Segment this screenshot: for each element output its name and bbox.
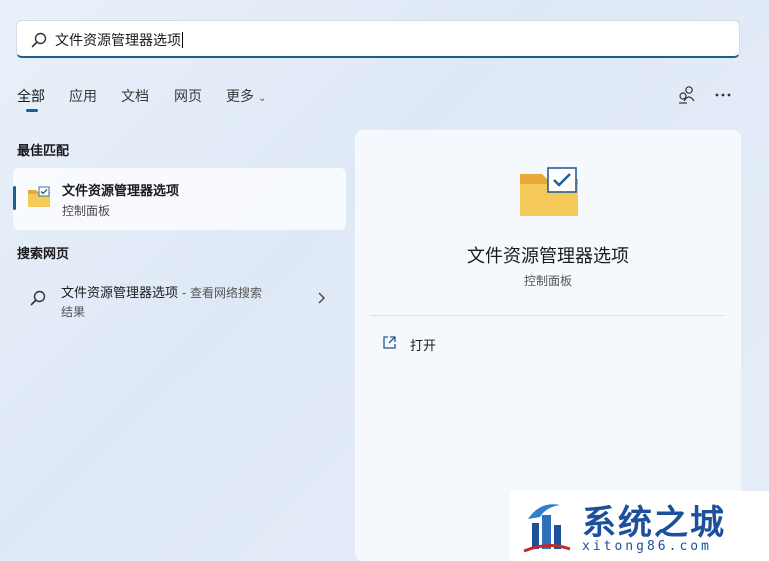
divider xyxy=(370,315,725,316)
search-icon xyxy=(30,290,46,306)
web-search-suffix: - 查看网络搜索 xyxy=(178,286,262,300)
active-tab-indicator xyxy=(26,109,38,112)
chevron-down-icon: ⌄ xyxy=(258,93,267,104)
best-match-heading: 最佳匹配 xyxy=(17,144,70,159)
web-search-text: 文件资源管理器选项 - 查看网络搜索 xyxy=(61,282,262,301)
tab-more[interactable]: 更多 ⌄ xyxy=(226,86,266,106)
tab-documents[interactable]: 文档 xyxy=(121,86,149,106)
best-match-title: 文件资源管理器选项 xyxy=(62,184,180,199)
watermark-brand: 系统之城 xyxy=(582,503,726,543)
open-button[interactable]: 打开 xyxy=(377,332,497,356)
tab-apps[interactable]: 应用 xyxy=(69,86,97,106)
people-switch-icon[interactable] xyxy=(676,84,698,106)
brand-logo-icon xyxy=(523,504,571,553)
folder-options-icon xyxy=(520,167,578,216)
tab-all[interactable]: 全部 xyxy=(17,86,45,106)
site-watermark: 系统之城 xitong86.com xyxy=(510,491,769,561)
folder-options-icon xyxy=(28,186,50,207)
open-external-icon xyxy=(383,336,396,349)
best-match-result[interactable]: 文件资源管理器选项 控制面板 xyxy=(13,168,346,230)
tab-web[interactable]: 网页 xyxy=(174,86,202,106)
web-search-result[interactable]: 文件资源管理器选项 - 查看网络搜索 结果 xyxy=(13,272,346,328)
search-icon xyxy=(31,32,47,48)
web-search-line2: 结果 xyxy=(61,305,86,319)
tab-more-label: 更多 xyxy=(226,89,254,105)
web-search-query: 文件资源管理器选项 xyxy=(61,286,179,301)
search-bar[interactable]: 文件资源管理器选项 xyxy=(16,20,740,58)
best-match-subtitle: 控制面板 xyxy=(62,204,111,218)
preview-title: 文件资源管理器选项 xyxy=(467,246,629,267)
preview-subtitle: 控制面板 xyxy=(523,274,572,288)
search-input[interactable]: 文件资源管理器选项 xyxy=(55,30,183,50)
more-options-icon[interactable] xyxy=(712,84,734,106)
selection-accent xyxy=(13,186,16,210)
chevron-right-icon[interactable] xyxy=(316,291,326,305)
web-search-heading: 搜索网页 xyxy=(17,247,70,262)
open-label: 打开 xyxy=(410,339,437,354)
text-caret xyxy=(182,32,183,48)
watermark-url: xitong86.com xyxy=(582,539,712,554)
